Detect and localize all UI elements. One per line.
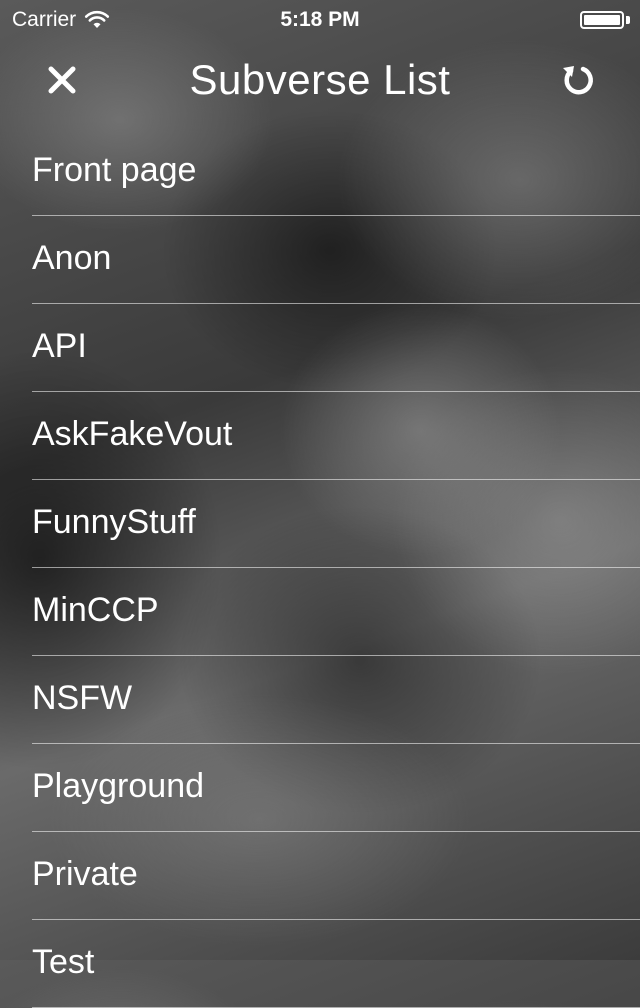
list-item-front-page[interactable]: Front page — [0, 128, 640, 216]
list-item-label: FunnyStuff — [32, 503, 196, 541]
list-item-api[interactable]: API — [0, 304, 640, 392]
list-item-nsfw[interactable]: NSFW — [0, 656, 640, 744]
list-item-minccp[interactable]: MinCCP — [0, 568, 640, 656]
page-title: Subverse List — [189, 56, 451, 103]
navigation-bar: Subverse List — [0, 40, 640, 128]
list-item-label: AskFakeVout — [32, 415, 233, 453]
list-item-label: Front page — [32, 151, 197, 189]
list-item-anon[interactable]: Anon — [0, 216, 640, 304]
list-item-playground[interactable]: Playground — [0, 744, 640, 832]
list-item-label: Playground — [32, 767, 205, 805]
battery-level — [584, 15, 620, 25]
status-bar: Carrier 5:18 PM — [0, 0, 640, 40]
battery-tip — [626, 16, 630, 24]
list-item-private[interactable]: Private — [0, 832, 640, 920]
list-item-funnystuff[interactable]: FunnyStuff — [0, 480, 640, 568]
list-item-label: Private — [32, 855, 138, 893]
list-item-label: Test — [32, 943, 95, 981]
list-item-test[interactable]: Test — [0, 920, 640, 1008]
list-item-label: NSFW — [32, 679, 133, 717]
list-item-label: API — [32, 327, 87, 365]
list-item-label: Anon — [32, 239, 112, 277]
subverse-list: Front page Anon API AskFakeVout FunnyStu… — [0, 128, 640, 1008]
list-item-label: MinCCP — [32, 591, 159, 629]
refresh-icon — [563, 66, 593, 95]
status-time: 5:18 PM — [280, 8, 360, 31]
battery-icon — [580, 11, 624, 29]
list-item-askfakevout[interactable]: AskFakeVout — [0, 392, 640, 480]
refresh-button[interactable] — [552, 54, 604, 106]
